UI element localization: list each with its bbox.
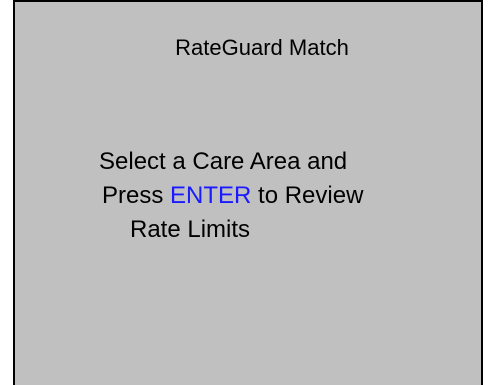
instruction-review-text: to Review [251,182,364,209]
instruction-press-text: Press [102,182,171,209]
instruction-line-2: Press ENTER to Review [102,179,363,213]
enter-key-label: ENTER [170,182,252,209]
pump-display-screen: RateGuard Match Select a Care Area and P… [13,0,483,385]
instruction-line-1: Select a Care Area and [99,148,348,175]
instruction-line-3: Rate Limits [130,216,251,243]
screen-title: RateGuard Match [175,35,349,60]
